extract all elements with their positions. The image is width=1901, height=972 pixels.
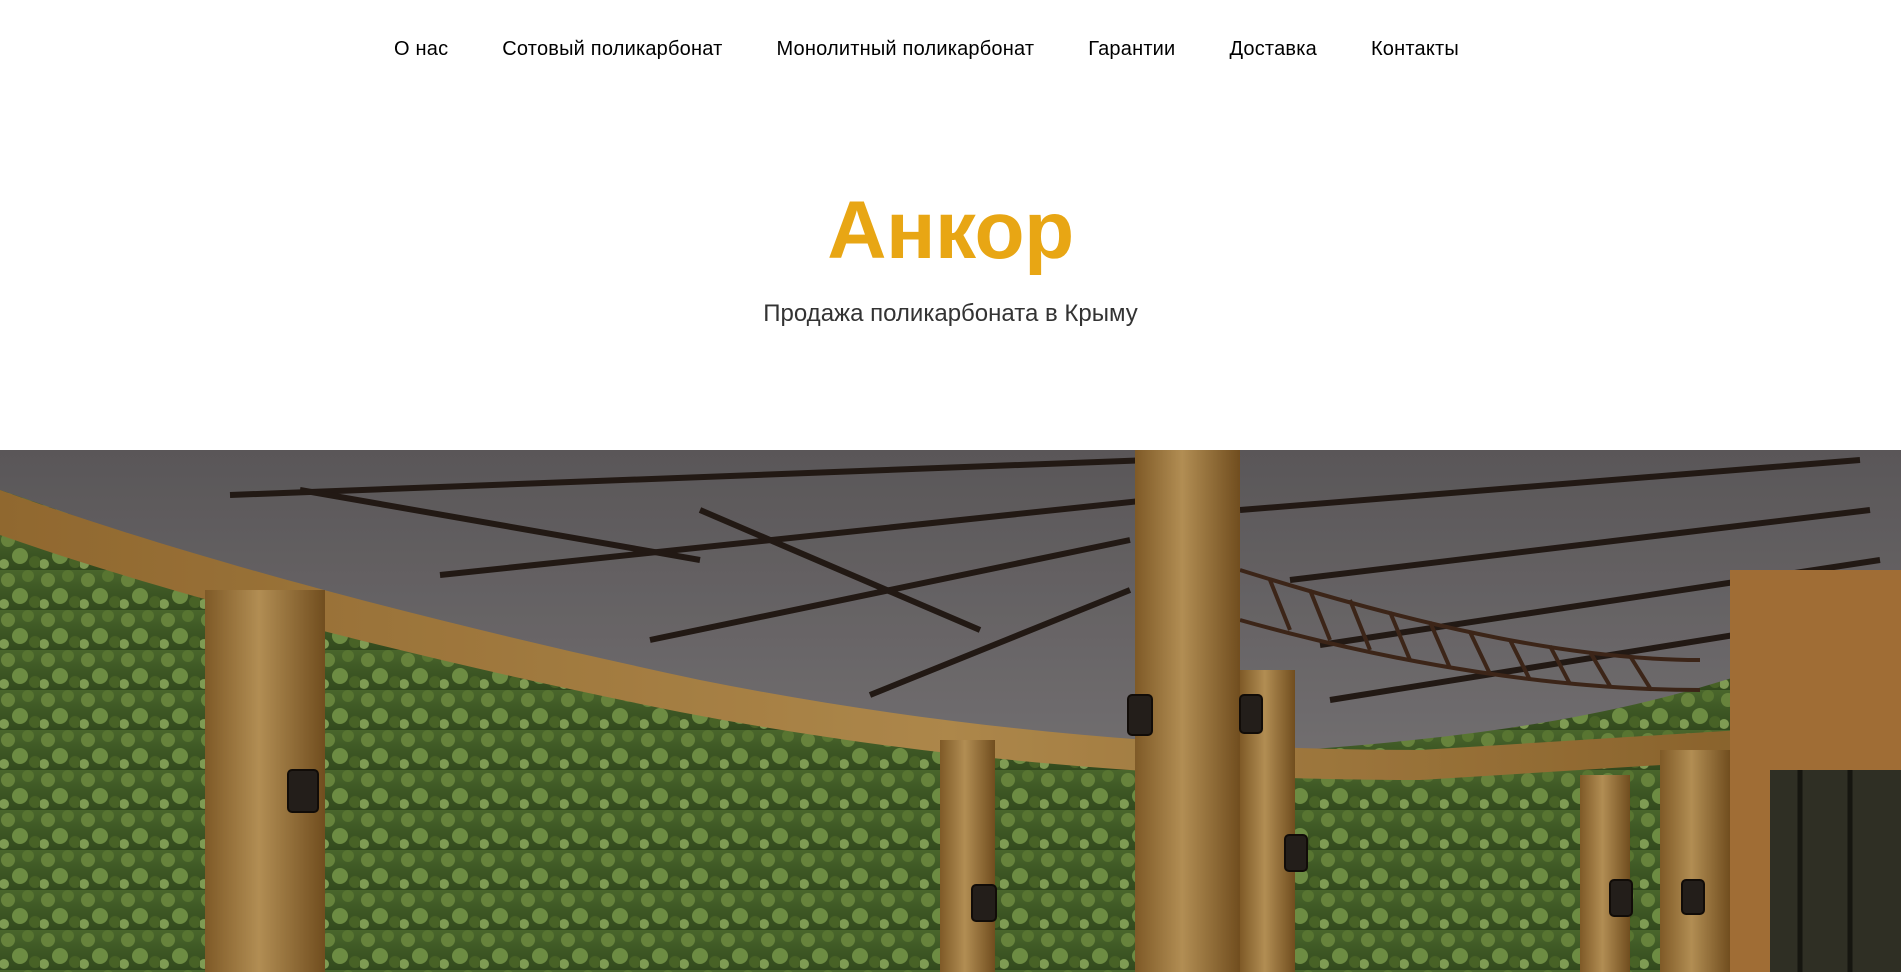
nav-item-delivery[interactable]: Доставка	[1229, 38, 1317, 61]
brand-title: Анкор	[827, 185, 1074, 276]
nav-item-monolithic-polycarbonate[interactable]: Монолитный поликарбонат	[776, 38, 1034, 61]
nav-item-about[interactable]: О нас	[394, 38, 448, 61]
top-navigation: О нас Сотовый поликарбонат Монолитный по…	[0, 0, 1901, 100]
hero-photo-banner	[0, 450, 1901, 972]
canopy-photo-illustration	[0, 450, 1901, 972]
nav-menu: О нас Сотовый поликарбонат Монолитный по…	[394, 38, 1459, 61]
nav-item-guarantees[interactable]: Гарантии	[1088, 38, 1175, 61]
page: О нас Сотовый поликарбонат Монолитный по…	[0, 0, 1901, 972]
brand-tagline: Продажа поликарбоната в Крыму	[763, 300, 1138, 327]
nav-item-cellular-polycarbonate[interactable]: Сотовый поликарбонат	[502, 38, 722, 61]
nav-item-contacts[interactable]: Контакты	[1371, 38, 1459, 61]
